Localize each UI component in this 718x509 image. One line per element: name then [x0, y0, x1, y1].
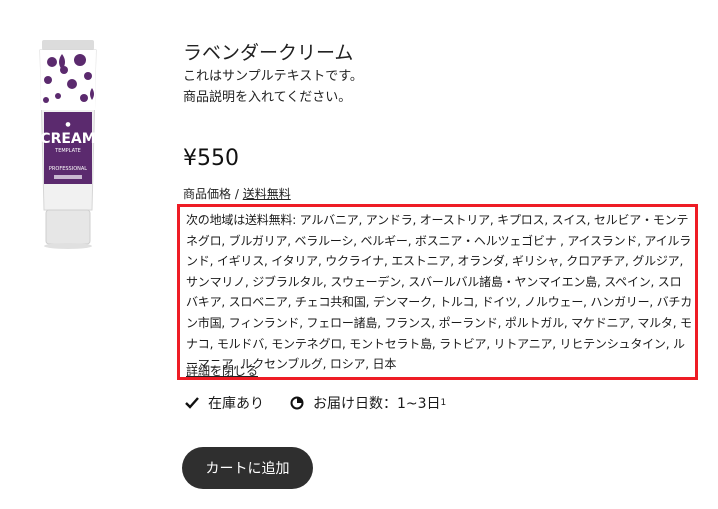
- tube-brand-text: CREAM: [40, 131, 95, 147]
- tube-line-text: PROFESSIONAL: [49, 166, 87, 172]
- shipping-details-box: 次の地域は送料無料: アルバニア, アンドラ, オーストリア, キプロス, スイ…: [177, 204, 698, 380]
- shipping-regions-text: 次の地域は送料無料: アルバニア, アンドラ, オーストリア, キプロス, スイ…: [186, 213, 692, 372]
- delivery-label: お届け日数：1~3日: [313, 396, 441, 412]
- delivery-status: お届け日数：1~3日 1: [290, 393, 446, 413]
- price-label: 商品価格 /: [183, 187, 243, 201]
- tube-cap: [45, 209, 91, 245]
- product-price: ¥550: [183, 146, 239, 171]
- checkmark-icon: [185, 397, 199, 409]
- product-title: ラベンダークリーム: [183, 42, 354, 64]
- status-row: 在庫あり お届け日数：1~3日 1: [185, 393, 446, 413]
- product-description: これはサンプルテキストです。 商品説明を入れてください。: [183, 66, 363, 108]
- description-line-2: 商品説明を入れてください。: [183, 90, 352, 105]
- stock-status: 在庫あり: [185, 393, 264, 413]
- tube-crimp: [42, 40, 94, 50]
- price-note: 商品価格 / 送料無料: [183, 185, 291, 202]
- stock-label: 在庫あり: [208, 396, 264, 412]
- tube-sub-text: TEMPLATE: [54, 148, 81, 154]
- shipping-link[interactable]: 送料無料: [243, 187, 291, 201]
- product-image: ● CREAM TEMPLATE PROFESSIONAL: [39, 40, 97, 249]
- svg-text:●: ●: [65, 121, 70, 128]
- description-line-1: これはサンプルテキストです。: [183, 69, 363, 84]
- delivery-footnote: 1: [440, 398, 447, 408]
- add-to-cart-button[interactable]: カートに追加: [182, 447, 313, 489]
- close-details-link[interactable]: 詳細を閉じる: [186, 362, 258, 379]
- clock-icon: [290, 396, 304, 410]
